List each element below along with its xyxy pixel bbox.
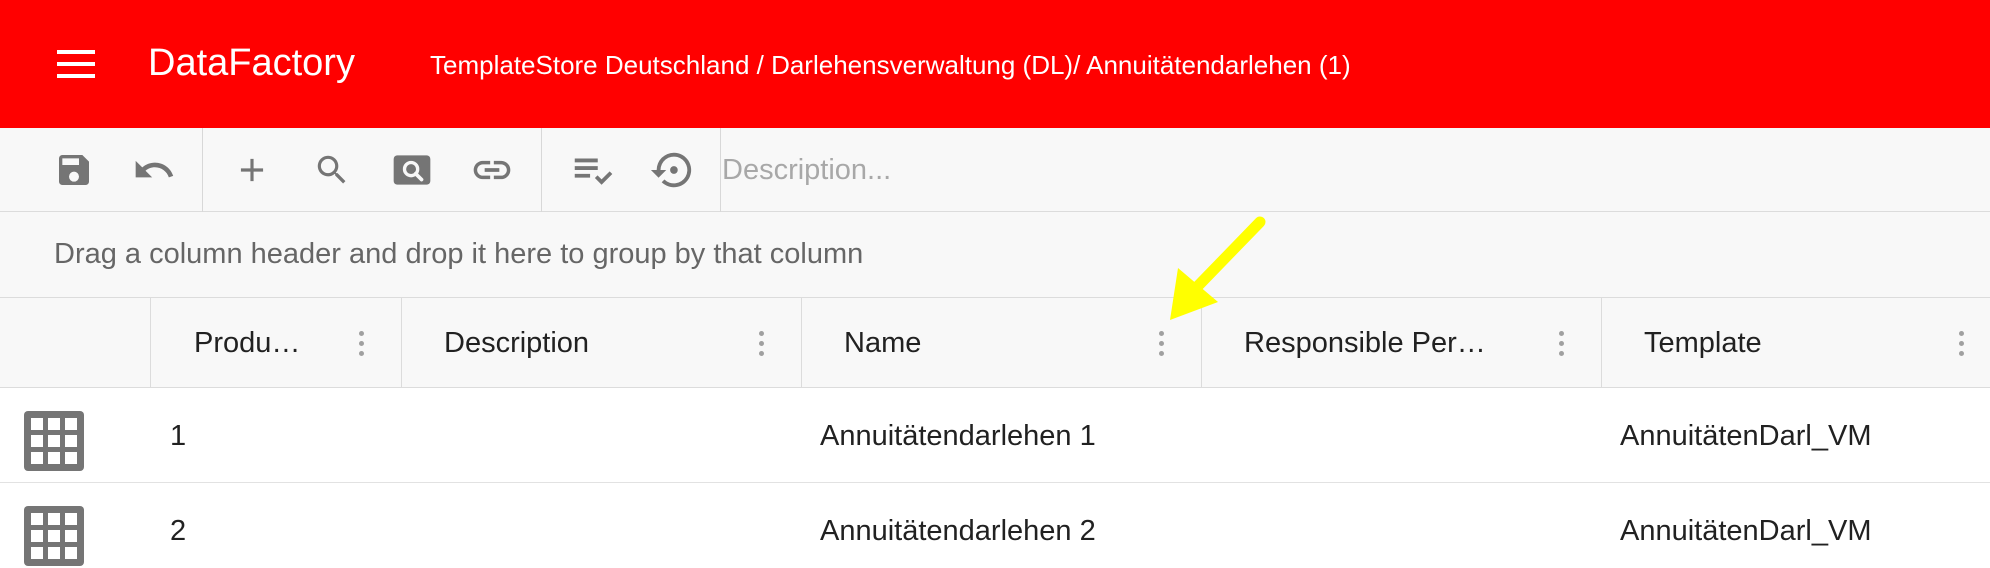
column-header-label: Produ… (194, 327, 301, 359)
search-box-icon (393, 155, 431, 185)
cell-name[interactable]: Annuitätendarlehen 2 (820, 514, 1096, 548)
search-icon (317, 155, 346, 184)
add-icon (240, 158, 264, 182)
checklist-icon (574, 158, 613, 185)
search-box-button[interactable] (386, 144, 438, 196)
column-header-label: Name (844, 327, 922, 359)
column-menu-icon[interactable] (1951, 326, 1971, 360)
column-header-description[interactable]: Description (401, 298, 801, 388)
restore-icon (650, 152, 692, 188)
app-title: DataFactory (148, 42, 355, 84)
column-menu-icon[interactable] (351, 326, 371, 360)
toolbar-divider (541, 128, 542, 212)
group-panel-hint: Drag a column header and drop it here to… (54, 238, 864, 270)
column-header-produ[interactable]: Produ… (150, 298, 401, 388)
save-button[interactable] (48, 144, 100, 196)
group-panel[interactable]: Drag a column header and drop it here to… (0, 212, 1990, 298)
breadcrumb[interactable]: TemplateStore Deutschland / Darlehensver… (430, 50, 1351, 80)
link-button[interactable] (466, 144, 518, 196)
search-button[interactable] (306, 144, 358, 196)
column-menu-icon[interactable] (1551, 326, 1571, 360)
description-input[interactable] (722, 148, 1962, 192)
undo-icon (135, 160, 174, 178)
column-menu-icon[interactable] (751, 326, 771, 360)
column-header-label: Template (1644, 327, 1762, 359)
cell-template[interactable]: AnnuitätenDarl_VM (1620, 514, 1871, 548)
restore-button[interactable] (646, 144, 698, 196)
column-header-responsible-person[interactable]: Responsible Per… (1201, 298, 1601, 388)
column-header-label: Description (444, 327, 590, 359)
hamburger-menu-icon (57, 50, 95, 78)
save-icon (59, 155, 89, 185)
cell-name[interactable]: Annuitätendarlehen 1 (820, 419, 1096, 453)
toolbar (0, 128, 1990, 212)
checklist-button[interactable] (566, 144, 618, 196)
column-menu-icon[interactable] (1151, 326, 1171, 360)
grid-header: Produ… Description Name Responsible Per…… (0, 298, 1990, 388)
column-header-name[interactable]: Name (801, 298, 1201, 388)
menu-button[interactable] (52, 44, 100, 84)
cell-produ[interactable]: 2 (170, 514, 186, 548)
column-header-template[interactable]: Template (1601, 298, 1990, 388)
toolbar-divider (202, 128, 203, 212)
add-button[interactable] (226, 144, 278, 196)
table-row[interactable]: 1 Annuitätendarlehen 1 AnnuitätenDarl_VM (0, 389, 1990, 483)
grid-view-icon[interactable] (22, 409, 86, 473)
grid-view-icon[interactable] (22, 504, 86, 568)
cell-produ[interactable]: 1 (170, 419, 186, 453)
link-icon (473, 160, 511, 180)
cell-template[interactable]: AnnuitätenDarl_VM (1620, 419, 1871, 453)
app-bar: DataFactory TemplateStore Deutschland / … (0, 0, 1990, 128)
column-header-label: Responsible Per… (1244, 327, 1486, 359)
toolbar-divider (720, 128, 721, 212)
table-row[interactable]: 2 Annuitätendarlehen 2 AnnuitätenDarl_VM (0, 484, 1990, 568)
undo-button[interactable] (128, 144, 180, 196)
